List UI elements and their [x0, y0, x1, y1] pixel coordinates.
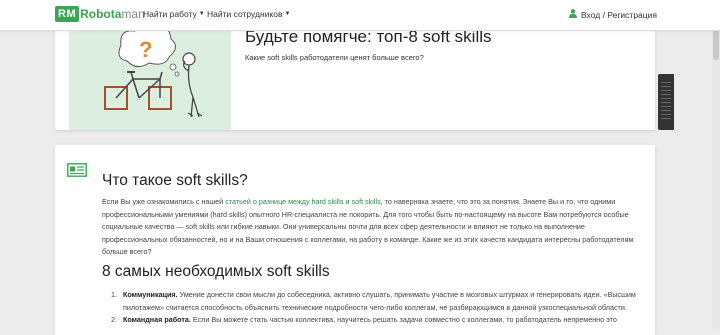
scrollbar-thumb[interactable]: [713, 30, 719, 60]
paragraph-text: Если Вы уже ознакомились с нашей: [102, 197, 226, 206]
logo-text-primary: Robota: [80, 7, 122, 21]
logo-badge: RM: [55, 6, 80, 22]
list-item-number: 2.: [111, 315, 117, 324]
nav-find-employees[interactable]: Найти сотрудников ▼: [207, 9, 290, 19]
nav-find-employees-label: Найти сотрудников: [207, 9, 283, 19]
list-item: 1. Коммуникация. Умение донести свои мыс…: [111, 289, 640, 314]
login-register-link[interactable]: Вход / Регистрация: [568, 9, 657, 20]
list-item-text: Если Вы можете стать частью коллектива, …: [190, 315, 617, 324]
article-content-card: Что такое soft skills? Если Вы уже ознак…: [55, 145, 655, 335]
document-icon: [67, 163, 87, 177]
list-item-term: Командная работа.: [123, 315, 191, 324]
side-widget-tab[interactable]: [658, 74, 674, 130]
article-subtitle: Какие soft skills работодатели ценят бол…: [245, 53, 424, 62]
caret-down-icon: ▼: [284, 11, 291, 17]
logo[interactable]: RM Robota man: [55, 6, 145, 22]
list-item-number: 1.: [111, 290, 117, 299]
list-item-term: Коммуникация.: [123, 290, 178, 299]
user-icon: [568, 9, 577, 20]
hero-illustration: ?: [69, 17, 231, 130]
question-mark-icon: ?: [139, 37, 152, 62]
login-register-label: Вход / Регистрация: [580, 9, 657, 20]
section-heading-top-8: 8 самых необходимых soft skills: [102, 263, 330, 280]
list-item: 2. Командная работа. Если Вы можете стат…: [111, 314, 640, 327]
scrollbar-track[interactable]: [712, 30, 720, 329]
logo-text-secondary: man: [121, 7, 145, 21]
hard-vs-soft-skills-link[interactable]: статьей о разнице между hard skills и so…: [225, 197, 380, 206]
nav-find-job-label: Найти работу: [143, 9, 197, 19]
caret-down-icon: ▼: [198, 11, 205, 17]
intro-paragraph: Если Вы уже ознакомились с нашей статьей…: [102, 196, 642, 259]
list-item-text: Умение донести свои мысли до собеседника…: [123, 290, 636, 312]
nav-find-job[interactable]: Найти работу ▼: [143, 9, 205, 19]
section-heading-what-is: Что такое soft skills?: [102, 172, 248, 189]
top-navigation-bar: RM Robota man Найти работу ▼ Найти сотру…: [0, 0, 720, 31]
article-hero-card: ? Будьте помягче: топ-8 soft skills Каки…: [55, 17, 655, 130]
skills-list: 1. Коммуникация. Умение донести свои мыс…: [111, 289, 640, 327]
